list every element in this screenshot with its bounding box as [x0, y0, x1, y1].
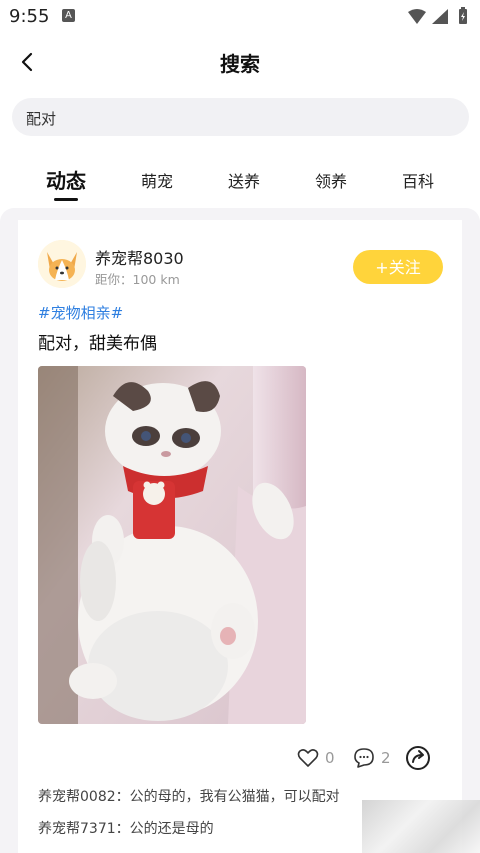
post-actions: 0 2 — [18, 742, 462, 776]
avatar[interactable] — [38, 240, 86, 288]
search-input[interactable] — [24, 98, 448, 138]
status-time: 9:55 — [9, 6, 50, 27]
active-tab-indicator — [54, 198, 78, 201]
notification-icon: A — [62, 9, 75, 22]
post-topic-tag[interactable]: #宠物相亲# — [38, 302, 123, 323]
tab-lingyang[interactable]: 领养 — [315, 168, 347, 192]
category-tabs: 动态 萌宠 送养 领养 百科 — [0, 160, 480, 206]
post-photo[interactable] — [38, 366, 306, 724]
tab-mengchong[interactable]: 萌宠 — [141, 168, 173, 192]
post-distance: 距你：100 km — [95, 272, 180, 287]
like-count: 0 — [325, 749, 335, 767]
cat-photo — [38, 366, 306, 724]
share-icon[interactable] — [404, 744, 432, 772]
heart-icon[interactable] — [296, 746, 320, 770]
comment-item[interactable]: 养宠帮7371：公的还是母的 — [38, 818, 214, 838]
comment-count: 2 — [381, 749, 391, 767]
follow-button[interactable]: +关注 — [353, 250, 443, 284]
page-title: 搜索 — [220, 52, 260, 76]
status-bar: 9:55 A — [0, 0, 480, 34]
wifi-icon — [408, 9, 426, 24]
status-icons — [408, 7, 467, 24]
search-bar[interactable] — [12, 98, 469, 138]
tab-dongtai[interactable]: 动态 — [46, 165, 86, 194]
post-text: 配对，甜美布偶 — [38, 334, 157, 354]
app-header: 搜索 — [0, 34, 480, 88]
tab-baike[interactable]: 百科 — [402, 168, 434, 192]
post-card[interactable]: 养宠帮8030 距你：100 km +关注 #宠物相亲# 配对，甜美布偶 0 2… — [18, 220, 462, 853]
signal-icon — [432, 9, 448, 24]
comment-icon[interactable] — [352, 746, 376, 770]
post-username[interactable]: 养宠帮8030 — [95, 245, 184, 269]
blurred-overlay — [362, 800, 480, 853]
tab-songyang[interactable]: 送养 — [228, 168, 260, 192]
corgi-avatar-icon — [38, 240, 86, 288]
comment-item[interactable]: 养宠帮0082：公的母的，我有公猫猫，可以配对 — [38, 786, 340, 806]
